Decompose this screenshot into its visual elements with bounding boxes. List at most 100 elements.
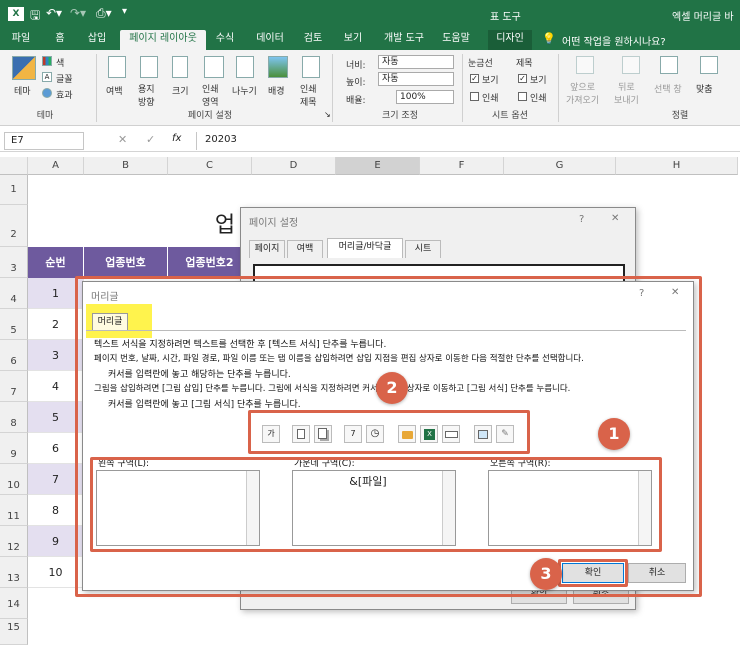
- send-backward-button[interactable]: 뒤로 보내기: [614, 80, 639, 106]
- header-cell-code[interactable]: 업종번호: [84, 247, 168, 278]
- size-button[interactable]: 크기: [172, 84, 189, 97]
- send-backward-icon[interactable]: [622, 56, 640, 74]
- column-header-a[interactable]: A: [28, 157, 84, 175]
- select-all-corner[interactable]: [0, 157, 28, 175]
- fonts-button[interactable]: 글꼴: [56, 72, 73, 85]
- selection-pane-button[interactable]: 선택 창: [654, 82, 682, 95]
- tab-help[interactable]: 도움말: [436, 30, 476, 50]
- themes-icon[interactable]: [12, 56, 36, 80]
- bring-forward-icon[interactable]: [576, 56, 594, 74]
- print-area-button[interactable]: 인쇄 영역: [202, 82, 219, 108]
- headings-print-checkbox[interactable]: [518, 92, 527, 101]
- tab-view[interactable]: 보기: [338, 30, 368, 50]
- themes-button[interactable]: 테마: [14, 84, 31, 97]
- column-header-e[interactable]: E: [336, 157, 420, 175]
- tab-review[interactable]: 검토: [298, 30, 328, 50]
- header-cell-seq[interactable]: 순번: [28, 247, 84, 278]
- page-setup-close-icon[interactable]: ✕: [611, 213, 619, 224]
- column-header-b[interactable]: B: [84, 157, 168, 175]
- callout-frame-toolbar: [248, 410, 530, 454]
- column-header-g[interactable]: G: [504, 157, 616, 175]
- print-titles-icon[interactable]: [302, 56, 320, 78]
- undo-icon[interactable]: ↶▾: [46, 6, 62, 20]
- print-area-icon[interactable]: [204, 56, 224, 78]
- page-setup-tab-page[interactable]: 페이지: [249, 240, 285, 258]
- row-header-6[interactable]: 6: [0, 340, 28, 371]
- tab-insert[interactable]: 삽입: [82, 30, 112, 50]
- effects-icon[interactable]: [42, 88, 52, 98]
- formula-input[interactable]: 20203: [196, 132, 736, 150]
- group-label-theme: 테마: [36, 111, 54, 121]
- selection-pane-icon[interactable]: [660, 56, 678, 74]
- margins-button[interactable]: 여백: [106, 84, 123, 97]
- page-setup-tab-margins[interactable]: 여백: [287, 240, 323, 258]
- row-header-11[interactable]: 11: [0, 495, 28, 526]
- row-header-15[interactable]: 15: [0, 619, 28, 645]
- fonts-icon[interactable]: A: [42, 72, 52, 82]
- callout-frame-ok: [558, 559, 628, 587]
- align-button[interactable]: 맞춤: [696, 82, 713, 95]
- row-header-3[interactable]: 3: [0, 247, 28, 278]
- row-header-12[interactable]: 12: [0, 526, 28, 557]
- ribbon-separator: [558, 54, 559, 122]
- gridlines-view-checkbox[interactable]: ✓: [470, 74, 479, 83]
- tab-developer[interactable]: 개발 도구: [378, 30, 430, 50]
- tab-data[interactable]: 데이터: [250, 30, 290, 50]
- margins-icon[interactable]: [108, 56, 126, 78]
- row-header-13[interactable]: 13: [0, 557, 28, 588]
- orientation-icon[interactable]: [140, 56, 158, 78]
- tell-me-box[interactable]: 어떤 작업을 원하시나요?: [562, 33, 666, 48]
- tab-design[interactable]: 디자인: [488, 30, 532, 50]
- tab-file[interactable]: 파일: [6, 30, 36, 50]
- bring-forward-button[interactable]: 앞으로 가져오기: [566, 80, 599, 106]
- size-icon[interactable]: [172, 56, 188, 78]
- print-preview-icon[interactable]: ⎙▾: [96, 6, 112, 21]
- row-header-5[interactable]: 5: [0, 309, 28, 340]
- page-setup-tab-sheet[interactable]: 시트: [405, 240, 441, 258]
- row-header-7[interactable]: 7: [0, 371, 28, 402]
- print-titles-button[interactable]: 인쇄 제목: [300, 82, 317, 108]
- group-label-arrange: 정렬: [671, 111, 689, 121]
- window-title: 엑셀 머리글 바: [672, 12, 734, 23]
- redo-icon[interactable]: ↷▾: [70, 6, 86, 20]
- row-header-9[interactable]: 9: [0, 433, 28, 464]
- row-header-4[interactable]: 4: [0, 278, 28, 309]
- name-box[interactable]: E7: [4, 132, 84, 150]
- align-icon[interactable]: [700, 56, 718, 74]
- tab-formulas[interactable]: 수식: [210, 30, 240, 50]
- cancel-entry-icon[interactable]: ✕: [118, 133, 127, 146]
- height-dropdown[interactable]: 자동: [378, 72, 454, 86]
- page-setup-help-icon[interactable]: ?: [579, 214, 584, 225]
- breaks-button[interactable]: 나누기: [232, 84, 257, 97]
- effects-button[interactable]: 효과: [56, 88, 73, 101]
- column-header-c[interactable]: C: [168, 157, 252, 175]
- row-header-14[interactable]: 14: [0, 588, 28, 619]
- row-header-8[interactable]: 8: [0, 402, 28, 433]
- save-icon[interactable]: 🖫: [30, 6, 40, 27]
- gridlines-print-checkbox[interactable]: [470, 92, 479, 101]
- background-icon[interactable]: [268, 56, 288, 78]
- column-header-d[interactable]: D: [252, 157, 336, 175]
- customize-qat-icon[interactable]: ▾: [122, 6, 127, 17]
- page-setup-launcher-icon[interactable]: ↘: [324, 110, 331, 119]
- sheet-title-cell[interactable]: 업: [210, 206, 240, 246]
- colors-button[interactable]: 색: [56, 56, 64, 69]
- headings-view-checkbox[interactable]: ✓: [518, 74, 527, 83]
- background-button[interactable]: 배경: [268, 84, 285, 97]
- page-setup-tab-header-footer[interactable]: 머리글/바닥글: [327, 238, 403, 258]
- width-dropdown[interactable]: 자동: [378, 55, 454, 69]
- tab-page-layout[interactable]: 페이지 레이아웃: [120, 30, 206, 50]
- insert-function-icon[interactable]: fx: [172, 133, 181, 144]
- row-header-10[interactable]: 10: [0, 464, 28, 495]
- column-header-f[interactable]: F: [420, 157, 504, 175]
- tab-home[interactable]: 홈: [48, 30, 72, 50]
- colors-icon[interactable]: [42, 56, 52, 66]
- confirm-entry-icon[interactable]: ✓: [146, 133, 155, 146]
- row-header-2[interactable]: 2: [0, 205, 28, 247]
- scale-spinner[interactable]: 100%: [396, 90, 454, 104]
- column-header-h[interactable]: H: [616, 157, 738, 175]
- row-header-1[interactable]: 1: [0, 175, 28, 205]
- excel-app-icon: X: [8, 7, 24, 21]
- breaks-icon[interactable]: [236, 56, 254, 78]
- orientation-button[interactable]: 용지 방향: [138, 82, 155, 108]
